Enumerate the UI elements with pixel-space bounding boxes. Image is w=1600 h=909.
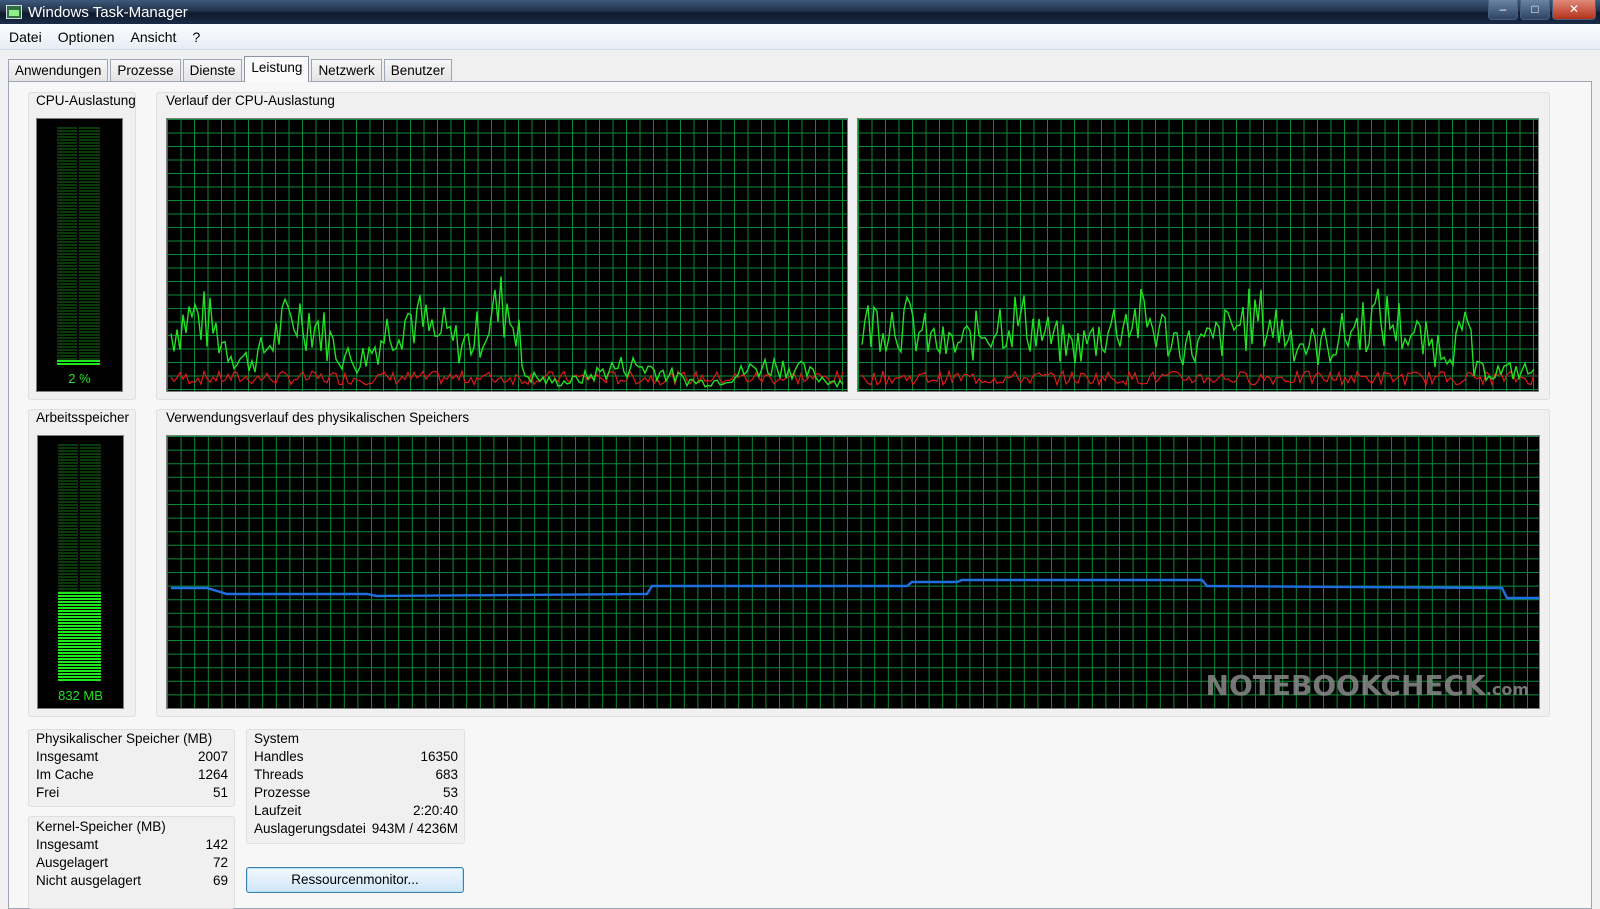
tab-anwendungen[interactable]: Anwendungen bbox=[8, 59, 109, 82]
memory-label: Arbeitsspeicher bbox=[36, 410, 130, 425]
physical-memory-title: Physikalischer Speicher (MB) bbox=[36, 731, 213, 746]
tab-benutzer[interactable]: Benutzer bbox=[383, 59, 452, 82]
kernel-time-trace bbox=[170, 369, 844, 387]
cpu-meter: 2 % bbox=[36, 118, 123, 392]
minimize-icon[interactable]: – bbox=[1488, 0, 1518, 20]
table-row: Insgesamt 142 bbox=[36, 837, 228, 852]
kernel-memory-stats: Kernel-Speicher (MB) Insgesamt 142 Ausgel… bbox=[36, 818, 228, 890]
system-title: System bbox=[254, 731, 300, 746]
table-row: Auslagerungsdatei 943M / 4236M bbox=[254, 821, 458, 836]
cpu-meter-fill bbox=[57, 360, 100, 365]
close-icon[interactable]: ✕ bbox=[1552, 0, 1596, 20]
table-row: Im Cache 1264 bbox=[36, 767, 228, 782]
resource-monitor-button[interactable]: Ressourcenmonitor... bbox=[246, 867, 464, 893]
tab-prozesse[interactable]: Prozesse bbox=[110, 59, 181, 82]
table-row: Prozesse 53 bbox=[254, 785, 458, 800]
cpu-history-graph-core-1 bbox=[166, 118, 848, 392]
cpu-usage-trace bbox=[861, 288, 1535, 383]
memory-meter-bars bbox=[58, 444, 101, 682]
memory-history-graph: NOTEBOOKCHECK.com bbox=[166, 435, 1540, 709]
menu-help[interactable]: ? bbox=[187, 29, 205, 45]
cpu-usage-trace bbox=[170, 276, 844, 389]
table-row: Insgesamt 2007 bbox=[36, 749, 228, 764]
window-title: Windows Task-Manager bbox=[28, 3, 188, 21]
maximize-icon[interactable]: □ bbox=[1520, 0, 1550, 20]
physical-memory-stats: Physikalischer Speicher (MB) Insgesamt 20… bbox=[36, 730, 228, 802]
menu-bar: Datei Optionen Ansicht ? bbox=[0, 24, 1600, 50]
memory-usage-value: 832 MB bbox=[58, 688, 103, 703]
cpu-usage-label: CPU-Auslastung bbox=[36, 93, 136, 108]
window-controls: – □ ✕ bbox=[1488, 0, 1596, 20]
memory-usage-trace bbox=[171, 578, 1539, 600]
table-row: Handles 16350 bbox=[254, 749, 458, 764]
table-row: Nicht ausgelagert 69 bbox=[36, 873, 228, 888]
menu-datei[interactable]: Datei bbox=[4, 29, 47, 45]
kernel-time-trace bbox=[861, 369, 1535, 387]
task-manager-icon bbox=[6, 5, 22, 19]
table-row: Ausgelagert 72 bbox=[36, 855, 228, 870]
cpu-history-label: Verlauf der CPU-Auslastung bbox=[166, 93, 335, 108]
watermark: NOTEBOOKCHECK.com bbox=[1206, 669, 1529, 702]
memory-meter-fill bbox=[58, 591, 101, 682]
cpu-usage-value: 2 % bbox=[68, 371, 91, 386]
tab-dienste[interactable]: Dienste bbox=[182, 59, 243, 82]
watermark-suffix: .com bbox=[1485, 680, 1529, 699]
table-row: Laufzeit 2:20:40 bbox=[254, 803, 458, 818]
memory-meter: 832 MB bbox=[37, 435, 124, 709]
tab-leistung[interactable]: Leistung bbox=[244, 56, 310, 82]
cpu-meter-bars bbox=[57, 127, 100, 365]
watermark-text: NOTEBOOKCHECK bbox=[1205, 669, 1486, 702]
table-row: Frei 51 bbox=[36, 785, 228, 800]
system-stats: System Handles 16350 Threads 683 Prozesse 5… bbox=[254, 730, 458, 838]
kernel-memory-title: Kernel-Speicher (MB) bbox=[36, 819, 166, 834]
menu-ansicht[interactable]: Ansicht bbox=[126, 29, 182, 45]
tab-netzwerk[interactable]: Netzwerk bbox=[311, 59, 382, 82]
title-bar: Windows Task-Manager – □ ✕ bbox=[0, 0, 1600, 24]
cpu-history-graph-core-2 bbox=[857, 118, 1539, 392]
table-row: Threads 683 bbox=[254, 767, 458, 782]
tab-bar: Anwendungen Prozesse Dienste Leistung Ne… bbox=[8, 56, 454, 82]
memory-history-label: Verwendungsverlauf des physikalischen Sp… bbox=[166, 410, 470, 425]
menu-optionen[interactable]: Optionen bbox=[53, 29, 120, 45]
